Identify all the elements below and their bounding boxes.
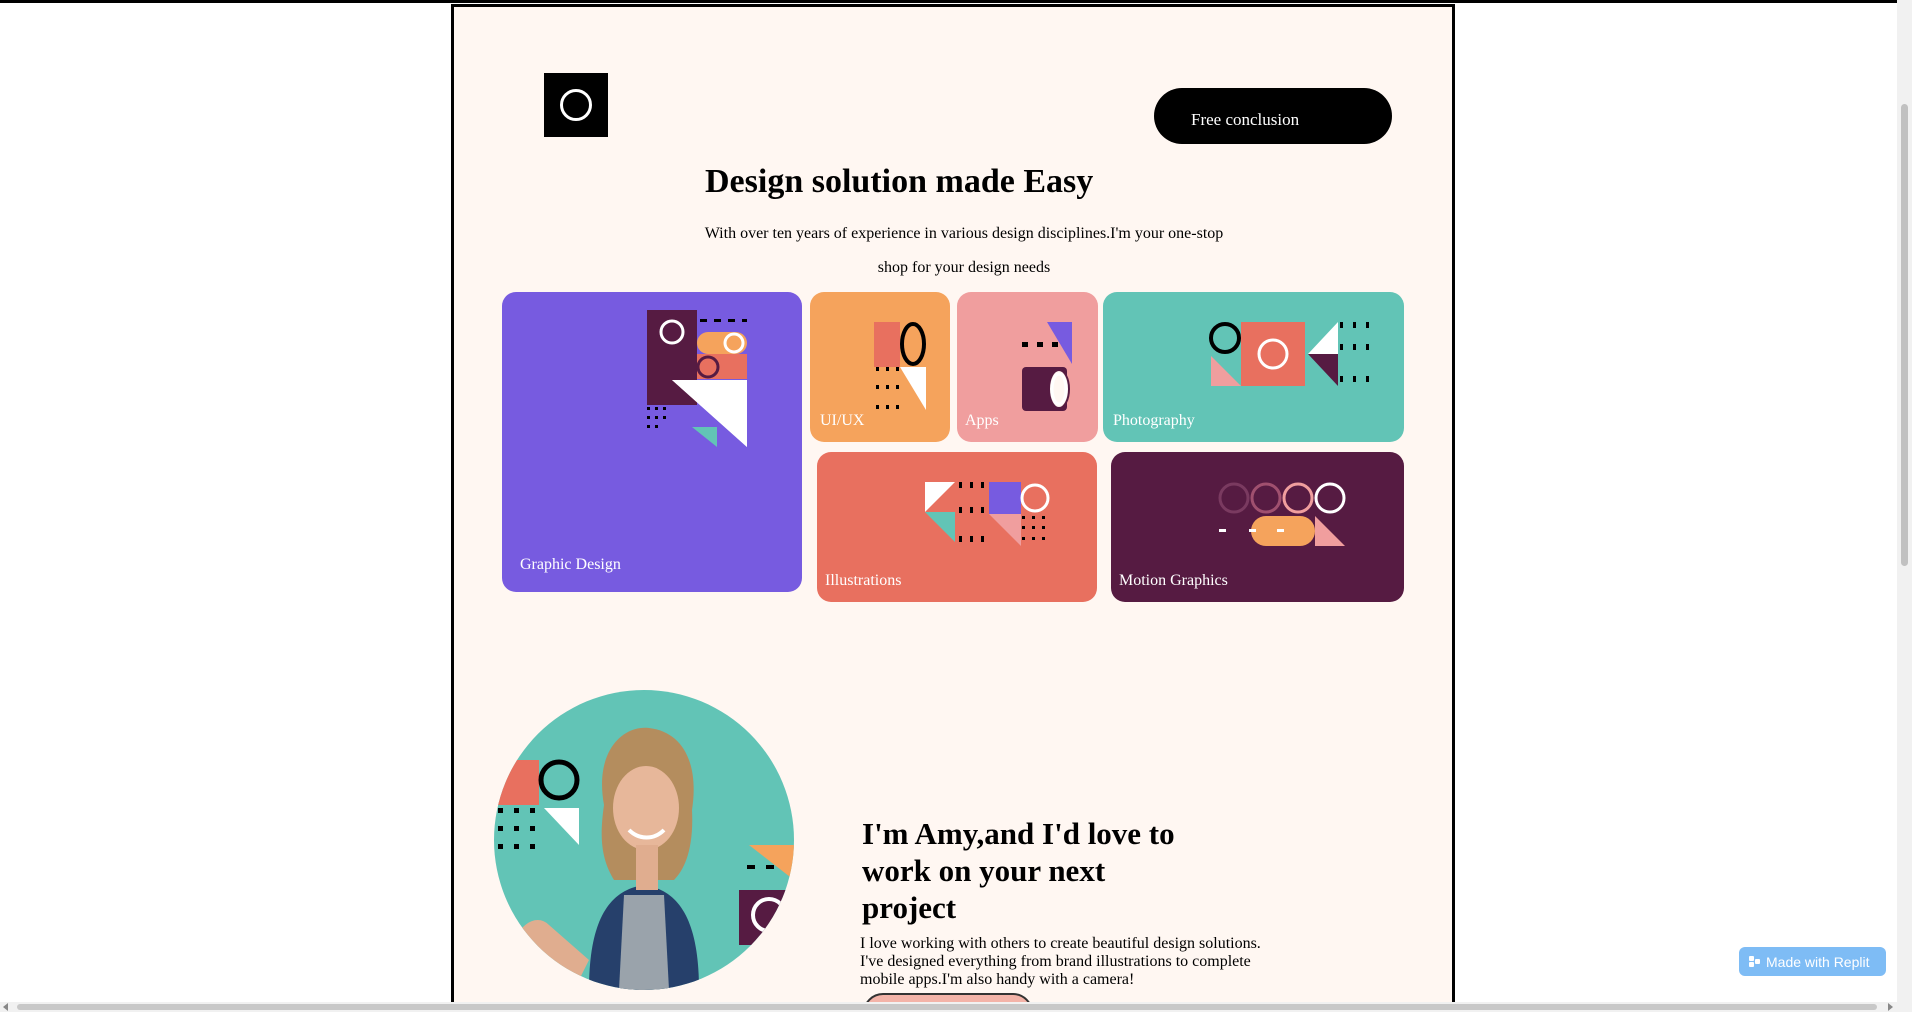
tile-motion-graphics[interactable]: Motion Graphics — [1111, 452, 1404, 602]
tile-label: UI/UX — [820, 412, 865, 429]
made-with-replit-badge[interactable]: Made with Replit — [1739, 947, 1886, 976]
tile-photography[interactable]: Photography — [1103, 292, 1404, 442]
tile-label: Motion Graphics — [1119, 572, 1228, 589]
tile-illustrations[interactable]: Illustrations — [817, 452, 1097, 602]
tile-apps[interactable]: Apps — [957, 292, 1098, 442]
circle-logo-icon — [560, 89, 592, 121]
about-text: I love working with others to create bea… — [860, 935, 1261, 988]
free-conclusion-button[interactable]: Free conclusion — [1154, 88, 1392, 144]
tile-graphic-design[interactable]: Graphic Design — [502, 292, 802, 592]
about-title: I'm Amy,and I'd love to work on your nex… — [862, 816, 1175, 925]
replit-icon — [1749, 956, 1760, 967]
scroll-right-arrow-icon[interactable] — [1888, 1003, 1893, 1011]
horizontal-scrollbar-thumb[interactable] — [17, 1004, 1877, 1010]
hero-title: Design solution made Easy — [705, 163, 1094, 200]
logo[interactable] — [544, 73, 608, 137]
vertical-scrollbar-thumb[interactable] — [1901, 104, 1908, 566]
tile-label: Illustrations — [825, 572, 902, 589]
tile-ui-ux[interactable]: UI/UX — [810, 292, 950, 442]
scroll-left-arrow-icon[interactable] — [3, 1003, 8, 1011]
portrait-image — [494, 727, 794, 990]
graphic-design-art-icon — [647, 310, 747, 447]
tile-label: Photography — [1113, 412, 1195, 429]
badge-label: Made with Replit — [1766, 953, 1870, 970]
page-container: Free conclusion Design solution made Eas… — [451, 4, 1455, 1004]
top-border — [0, 0, 1912, 3]
tile-label: Graphic Design — [520, 556, 621, 573]
hero-subtitle: With over ten years of experience in var… — [704, 225, 1224, 276]
avatar-portrait — [494, 690, 794, 990]
tile-label: Apps — [965, 412, 999, 429]
